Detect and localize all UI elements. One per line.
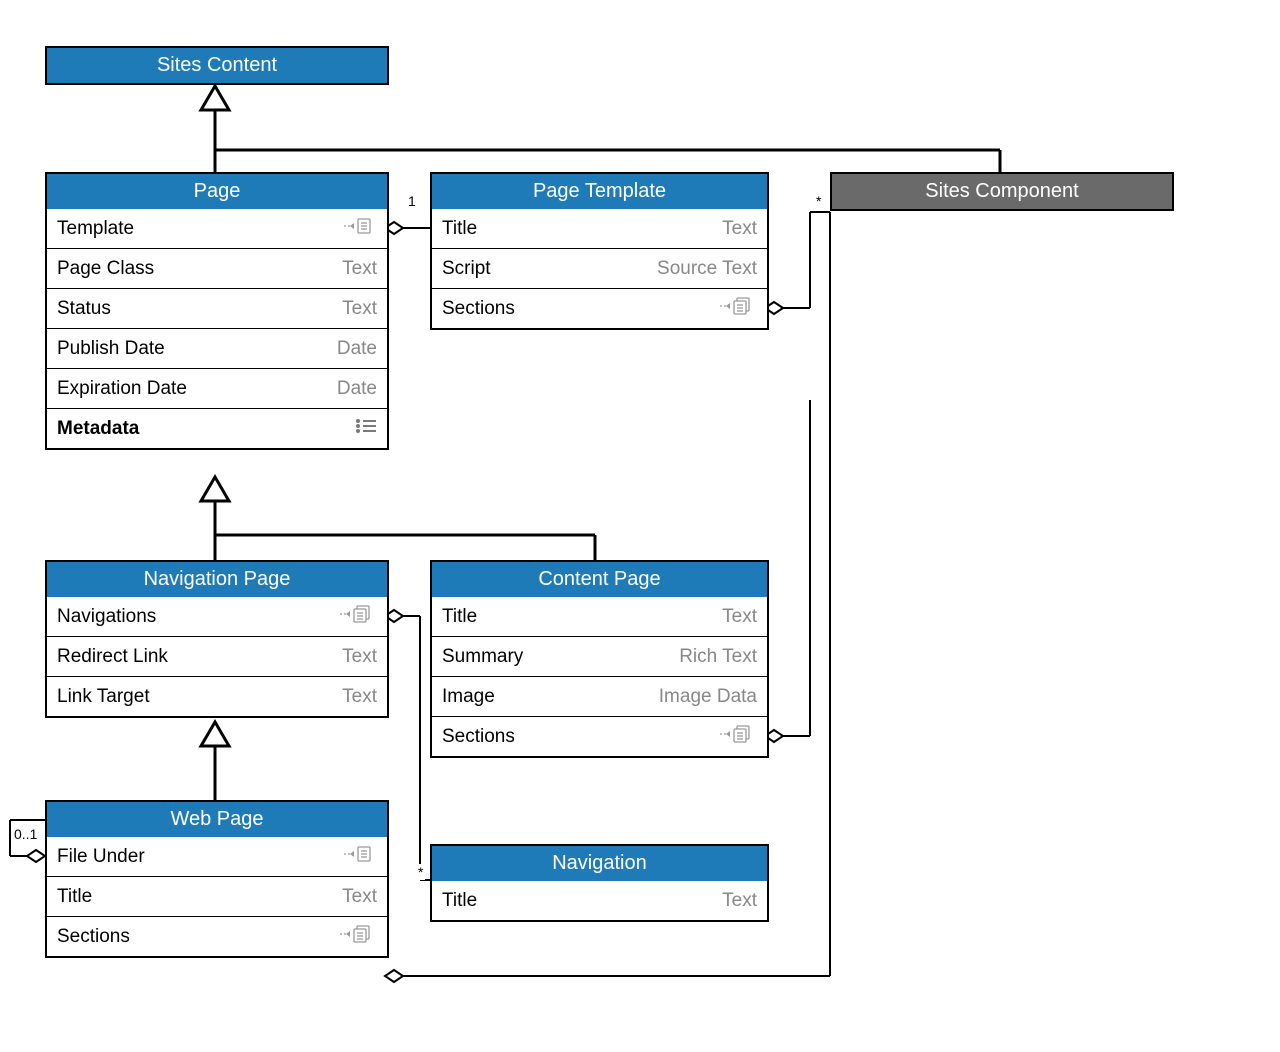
- attr-row: Summary Rich Text: [432, 636, 767, 676]
- attr-row: Sections: [432, 288, 767, 328]
- class-page: Page Template Page Class Text Status Text Pub…: [45, 172, 389, 450]
- attr-row: Sections: [432, 716, 767, 756]
- attr-row: Title Text: [432, 597, 767, 636]
- class-content-page: Content Page Title Text Summary Rich Text Im…: [430, 560, 769, 758]
- attr-name: Title: [442, 218, 477, 240]
- class-sites-content: Sites Content: [45, 46, 389, 85]
- class-page-template: Page Template Title Text Script Source Text…: [430, 172, 769, 330]
- attr-type: Text: [342, 686, 377, 708]
- attr-type: Text: [342, 886, 377, 908]
- class-page-template-title: Page Template: [432, 174, 767, 209]
- attr-type: Text: [722, 218, 757, 240]
- class-navigation-page-title: Navigation Page: [47, 562, 387, 597]
- class-navigation-title: Navigation: [432, 846, 767, 881]
- diagram-canvas: 1 * * 0..1 Sites Content Sites Component…: [0, 0, 1280, 1052]
- attr-row: Navigations: [47, 597, 387, 636]
- class-sites-content-title: Sites Content: [47, 48, 387, 83]
- attr-row: Page Class Text: [47, 248, 387, 288]
- attr-name: Expiration Date: [57, 378, 187, 400]
- attr-row: Title Text: [47, 876, 387, 916]
- attr-name: Image: [442, 686, 495, 708]
- attr-row: Redirect Link Text: [47, 636, 387, 676]
- attr-row: Metadata: [47, 408, 387, 448]
- reference-many-icon: [719, 725, 757, 749]
- attr-row: Title Text: [432, 881, 767, 920]
- attr-row: Title Text: [432, 209, 767, 248]
- reference-many-icon: [719, 297, 757, 321]
- dictionary-icon: [355, 418, 377, 440]
- attr-row: Link Target Text: [47, 676, 387, 716]
- attr-row: Status Text: [47, 288, 387, 328]
- class-content-page-title: Content Page: [432, 562, 767, 597]
- attr-name: Title: [442, 890, 477, 912]
- class-sites-component-title: Sites Component: [832, 174, 1172, 209]
- attr-name: Link Target: [57, 686, 150, 708]
- attr-row: Sections: [47, 916, 387, 956]
- attr-name: Summary: [442, 646, 523, 668]
- attr-type: Text: [722, 890, 757, 912]
- attr-type: Text: [342, 298, 377, 320]
- attr-name: Title: [57, 886, 92, 908]
- attr-name: Navigations: [57, 606, 156, 628]
- attr-row: Template: [47, 209, 387, 248]
- mult-page-template-1: 1: [406, 193, 418, 209]
- class-sites-component: Sites Component: [830, 172, 1174, 211]
- class-page-rows: Template Page Class Text Status Text Publish …: [47, 209, 387, 448]
- attr-name: Publish Date: [57, 338, 165, 360]
- class-content-page-rows: Title Text Summary Rich Text Image Image Data…: [432, 597, 767, 756]
- mult-nav-star: *: [416, 864, 425, 880]
- attr-name: Metadata: [57, 418, 139, 440]
- attr-name: Title: [442, 606, 477, 628]
- reference-many-icon: [339, 925, 377, 949]
- attr-name: Sections: [442, 726, 515, 748]
- attr-row: File Under: [47, 837, 387, 876]
- attr-type: Date: [337, 338, 377, 360]
- attr-type: Rich Text: [679, 646, 757, 668]
- attr-type: Image Data: [659, 686, 757, 708]
- class-page-template-rows: Title Text Script Source Text Sections: [432, 209, 767, 328]
- attr-name: Status: [57, 298, 111, 320]
- attr-type: Text: [342, 258, 377, 280]
- attr-name: Sections: [442, 298, 515, 320]
- class-web-page-rows: File Under Title Text Sections: [47, 837, 387, 956]
- reference-one-icon: [343, 218, 377, 240]
- attr-name: File Under: [57, 846, 145, 868]
- class-navigation: Navigation Title Text: [430, 844, 769, 922]
- attr-name: Sections: [57, 926, 130, 948]
- class-web-page-title: Web Page: [47, 802, 387, 837]
- attr-row: Script Source Text: [432, 248, 767, 288]
- attr-row: Expiration Date Date: [47, 368, 387, 408]
- attr-type: Date: [337, 378, 377, 400]
- attr-row: Publish Date Date: [47, 328, 387, 368]
- attr-row: Image Image Data: [432, 676, 767, 716]
- class-navigation-page-rows: Navigations Redirect Link Text Link Target T…: [47, 597, 387, 716]
- class-web-page: Web Page File Under Title Text Sections: [45, 800, 389, 958]
- attr-name: Script: [442, 258, 491, 280]
- mult-sections-star-1: *: [814, 193, 823, 209]
- reference-many-icon: [339, 605, 377, 629]
- class-navigation-page: Navigation Page Navigations Redirect Link…: [45, 560, 389, 718]
- class-page-title: Page: [47, 174, 387, 209]
- attr-name: Redirect Link: [57, 646, 168, 668]
- attr-name: Page Class: [57, 258, 154, 280]
- attr-type: Source Text: [657, 258, 757, 280]
- mult-fileunder-01: 0..1: [12, 826, 39, 842]
- attr-type: Text: [342, 646, 377, 668]
- class-navigation-rows: Title Text: [432, 881, 767, 920]
- reference-one-icon: [343, 846, 377, 868]
- attr-name: Template: [57, 218, 134, 240]
- attr-type: Text: [722, 606, 757, 628]
